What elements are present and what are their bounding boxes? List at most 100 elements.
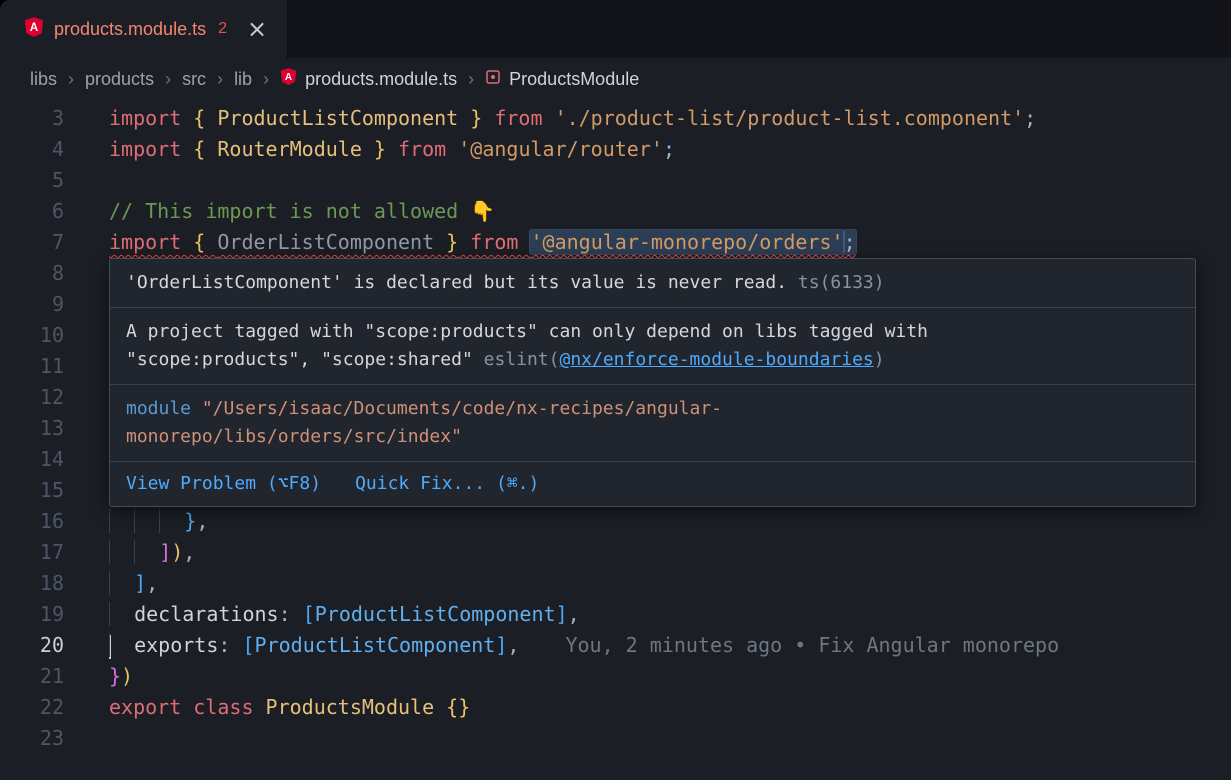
token-br3: ]	[495, 633, 507, 657]
breadcrumb-item-libs[interactable]: libs	[30, 69, 57, 90]
line-number[interactable]: 3	[0, 103, 64, 134]
eslint-source-open: eslint(	[484, 349, 560, 370]
code-line-4[interactable]: 4import { RouterModule } from '@angular/…	[0, 134, 1231, 165]
token-br1: )	[121, 664, 133, 688]
line-number[interactable]: 18	[0, 568, 64, 599]
hover-actions: View Problem (⌥F8) Quick Fix... (⌘.)	[110, 462, 1195, 506]
line-number[interactable]: 13	[0, 413, 64, 444]
eslint-message-row1: A project tagged with "scope:products" c…	[126, 318, 1179, 346]
token-pun: ,	[183, 540, 195, 564]
token-str: './product-list/product-list.component'	[555, 106, 1025, 130]
line-content: import { OrderListComponent } from '@ang…	[109, 227, 856, 258]
hover-diagnostic-eslint: A project tagged with "scope:products" c…	[110, 308, 1195, 384]
code-line-20[interactable]: 20 exports: [ProductListComponent],You, …	[0, 630, 1231, 661]
quick-fix-action[interactable]: Quick Fix... (⌘.)	[355, 470, 539, 498]
line-number[interactable]: 21	[0, 661, 64, 692]
token-br3: [	[303, 602, 315, 626]
token-br3: [	[242, 633, 254, 657]
line-content: ],	[109, 568, 158, 599]
token-pun: ,	[196, 509, 208, 533]
line-number[interactable]: 6	[0, 196, 64, 227]
indent-guide	[134, 509, 159, 533]
line-number[interactable]: 16	[0, 506, 64, 537]
breadcrumb-file-label: products.module.ts	[305, 69, 457, 90]
code-line-23[interactable]: 23	[0, 723, 1231, 754]
code-line-21[interactable]: 21})	[0, 661, 1231, 692]
code-line-7[interactable]: 7 import { OrderListComponent } from '@an…	[0, 227, 1231, 258]
token-pun: ,	[507, 633, 519, 657]
indent-guide	[109, 540, 134, 564]
token-blame: You, 2 minutes ago • Fix Angular monorep…	[565, 633, 1059, 657]
code-line-16[interactable]: 16 },	[0, 506, 1231, 537]
editor[interactable]: 3import { ProductListComponent } from '.…	[0, 100, 1231, 780]
tab-products-module[interactable]: A products.module.ts 2 ×	[0, 0, 288, 58]
line-number[interactable]: 9	[0, 289, 64, 320]
indent-guide	[109, 602, 134, 626]
token-kw: from	[458, 230, 530, 254]
line-number[interactable]: 20	[0, 630, 64, 661]
code-line-5[interactable]: 5	[0, 165, 1231, 196]
line-number[interactable]: 19	[0, 599, 64, 630]
breadcrumb-item-lib[interactable]: lib	[234, 69, 252, 90]
token-prop: declarations	[134, 602, 279, 626]
token-br3: ]	[556, 602, 568, 626]
token-pun: ;	[663, 137, 675, 161]
line-number[interactable]: 5	[0, 165, 64, 196]
line-number[interactable]: 17	[0, 537, 64, 568]
indent-guide	[109, 633, 134, 657]
token-cls: ProductsModule	[266, 695, 447, 719]
line-number[interactable]: 23	[0, 723, 64, 754]
token-clsref: ProductListComponent	[315, 602, 556, 626]
breadcrumb-item-products[interactable]: products	[85, 69, 154, 90]
svg-text:A: A	[30, 21, 39, 34]
line-number[interactable]: 22	[0, 692, 64, 723]
token-br1: {	[193, 106, 217, 130]
line-content: })	[109, 661, 133, 692]
tab-title: products.module.ts	[54, 19, 206, 40]
line-number[interactable]: 11	[0, 351, 64, 382]
line-number[interactable]: 4	[0, 134, 64, 165]
line-number[interactable]: 14	[0, 444, 64, 475]
token-br1: {	[193, 230, 217, 254]
line-content: // This import is not allowed 👇	[109, 196, 495, 227]
breadcrumb-item-symbol[interactable]: ProductsModule	[485, 69, 639, 90]
angular-file-icon: A	[280, 67, 297, 91]
tab-close-icon[interactable]: ×	[247, 17, 267, 41]
line-number[interactable]: 10	[0, 320, 64, 351]
line-content: declarations: [ProductListComponent],	[109, 599, 580, 630]
breadcrumb-symbol-label: ProductsModule	[509, 69, 639, 90]
token-unused: OrderListComponent	[217, 230, 434, 254]
module-path-row1: module"/Users/isaac/Documents/code/nx-re…	[126, 395, 1179, 423]
breadcrumb-item-src[interactable]: src	[182, 69, 206, 90]
tab-error-count-badge: 2	[218, 20, 227, 38]
token-br1: )	[171, 540, 183, 564]
token-str: '@angular/router'	[458, 137, 663, 161]
chevron-right-icon: ›	[263, 69, 269, 90]
code-line-3[interactable]: 3import { ProductListComponent } from '.…	[0, 103, 1231, 134]
line-number[interactable]: 12	[0, 382, 64, 413]
token-kw: from	[386, 137, 458, 161]
module-keyword: module	[126, 398, 191, 419]
breadcrumb-item-file[interactable]: A products.module.ts	[280, 67, 457, 91]
chevron-right-icon: ›	[468, 69, 474, 90]
token-br2: }	[109, 664, 121, 688]
eslint-message-row2: "scope:products", "scope:shared" eslint(…	[126, 346, 1179, 374]
line-number[interactable]: 15	[0, 475, 64, 506]
token-pun: ;	[1024, 106, 1036, 130]
view-problem-action[interactable]: View Problem (⌥F8)	[126, 470, 321, 498]
vscode-window: A products.module.ts 2 × libs › products…	[0, 0, 1231, 780]
code-line-18[interactable]: 18 ],	[0, 568, 1231, 599]
eslint-rule-link[interactable]: @nx/enforce-module-boundaries	[559, 349, 873, 370]
code-line-19[interactable]: 19 declarations: [ProductListComponent],	[0, 599, 1231, 630]
chevron-right-icon: ›	[68, 69, 74, 90]
token-pun: ,	[146, 571, 158, 595]
line-number[interactable]: 7	[0, 227, 64, 258]
diagnostic-message: 'OrderListComponent' is declared but its…	[126, 272, 787, 293]
token-br3: }	[184, 509, 196, 533]
token-br2: ]	[159, 540, 171, 564]
token-kw: from	[482, 106, 554, 130]
line-number[interactable]: 8	[0, 258, 64, 289]
code-line-22[interactable]: 22export class ProductsModule {}	[0, 692, 1231, 723]
code-line-6[interactable]: 6 // This import is not allowed 👇	[0, 196, 1231, 227]
code-line-17[interactable]: 17 ]),	[0, 537, 1231, 568]
